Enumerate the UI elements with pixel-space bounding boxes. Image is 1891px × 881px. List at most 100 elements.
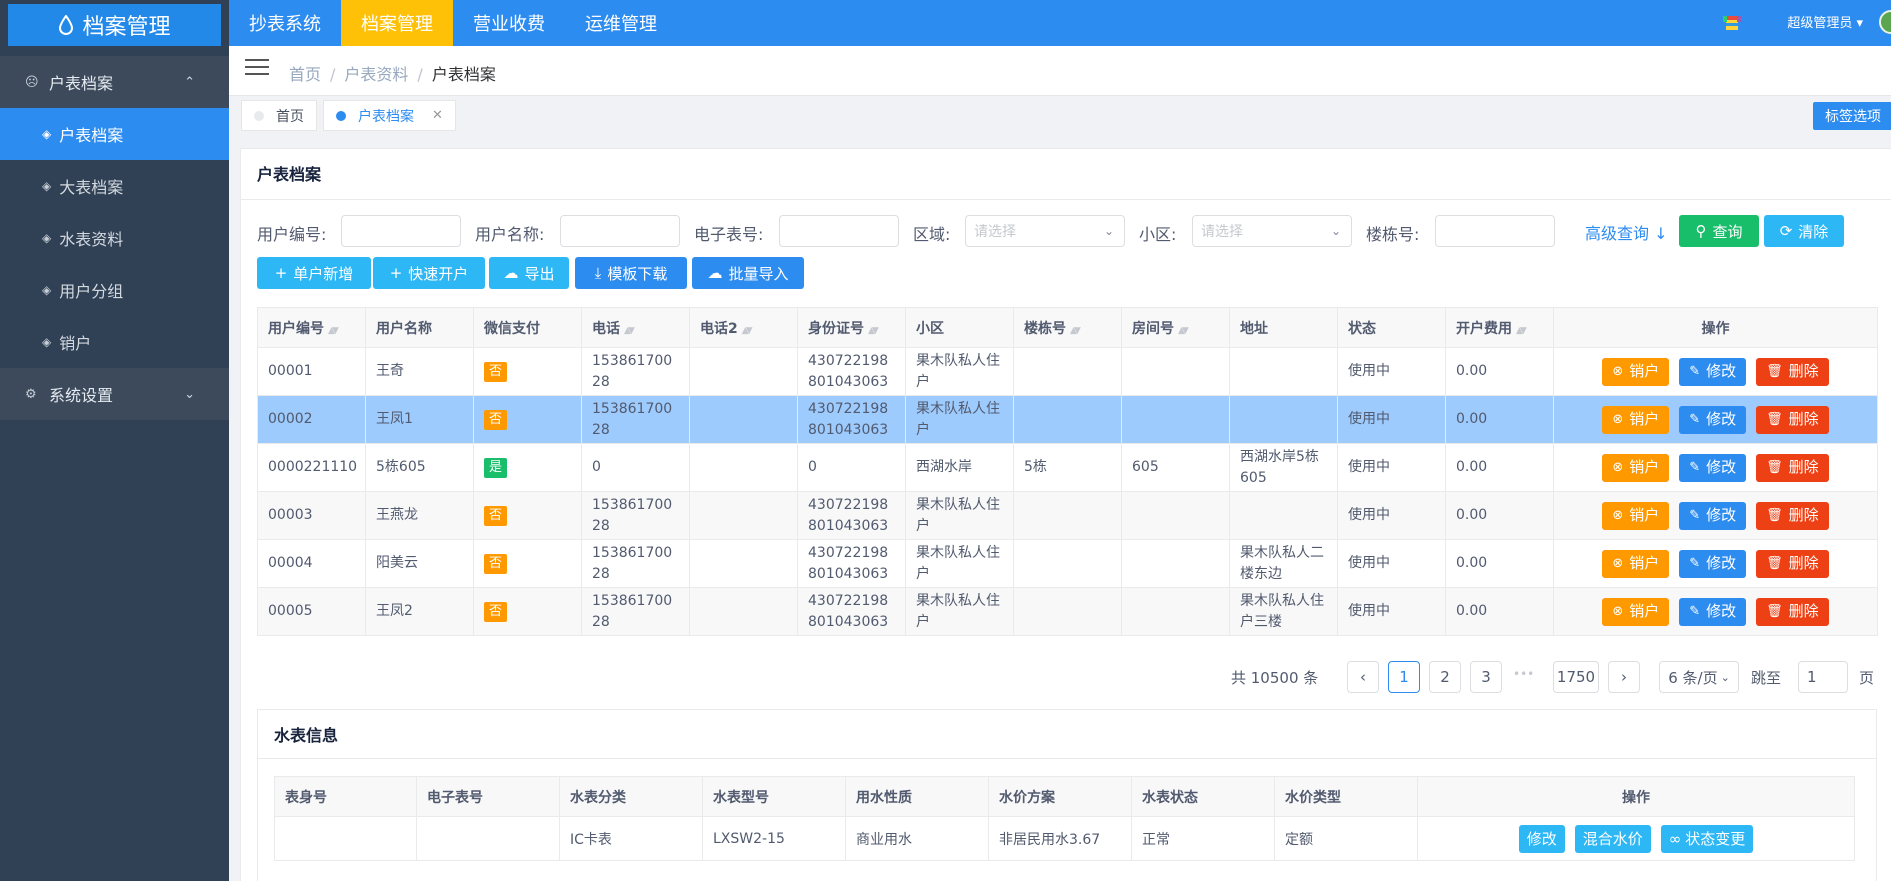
export-button[interactable]: ☁ 导出 <box>489 257 569 289</box>
breadcrumb-home[interactable]: 首页 <box>289 65 321 84</box>
user-no-input[interactable] <box>341 215 461 247</box>
meter-edit-button[interactable]: 修改 <box>1518 824 1565 853</box>
column-header[interactable]: 开户费用 ▲▼ <box>1445 307 1554 348</box>
user-name-input[interactable] <box>560 215 680 247</box>
page-3[interactable]: 3 <box>1470 661 1502 693</box>
tag-options-button[interactable]: 标签选项 <box>1813 102 1891 130</box>
cancel-account-button[interactable]: ⊗ 销户 <box>1602 501 1670 530</box>
close-icon[interactable]: ✕ <box>432 108 443 123</box>
menu-archive-group[interactable]: ☹ 户表档案 ⌃ <box>0 56 229 108</box>
delete-button[interactable]: 🗑 删除 <box>1756 357 1829 386</box>
column-header[interactable]: 房间号 ▲▼ <box>1121 307 1230 348</box>
sidebar-item-group[interactable]: ◈ 用户分组 <box>0 264 229 316</box>
clear-button[interactable]: ⟳ 清除 <box>1764 215 1844 247</box>
table-cell: 0.00 <box>1445 587 1554 636</box>
avatar[interactable] <box>1879 10 1891 34</box>
cancel-account-button[interactable]: ⊗ 销户 <box>1602 549 1670 578</box>
sort-icon[interactable]: ▲▼ <box>742 326 753 336</box>
table-row[interactable]: 00004 阳美云 否 15386170028 430722198801043063 果木… <box>257 539 1878 588</box>
sort-icon[interactable]: ▲▼ <box>1516 326 1527 336</box>
sort-icon[interactable]: ▲▼ <box>1178 326 1189 336</box>
shirt-icon[interactable] <box>1723 12 1741 32</box>
table-row[interactable]: 00005 王凤2 否 15386170028 430722198801043063 果木… <box>257 587 1878 636</box>
sort-icon[interactable]: ▲▼ <box>868 326 879 336</box>
cell-text: 00004 <box>268 555 313 571</box>
nav-meter-reading[interactable]: 抄表系统 <box>229 0 341 46</box>
table-row[interactable]: 0000221110 5栋605 是 0 0 西湖水岸 5栋 605 西湖水岸5栋605 使用中 0… <box>257 443 1878 492</box>
breadcrumb-archive[interactable]: 户表资料 <box>344 65 408 84</box>
cancel-account-button[interactable]: ⊗ 销户 <box>1602 357 1670 386</box>
template-download-button[interactable]: ⤓ 模板下载 <box>575 257 687 289</box>
table-cell: 430722198801043063 <box>797 539 906 588</box>
delete-button[interactable]: 🗑 删除 <box>1756 597 1829 626</box>
edit-button[interactable]: ✎ 修改 <box>1679 453 1747 482</box>
meter-column-header: 用水性质 <box>845 776 989 817</box>
edit-button[interactable]: ✎ 修改 <box>1679 405 1747 434</box>
cancel-account-button[interactable]: ⊗ 销户 <box>1602 597 1670 626</box>
building-input[interactable] <box>1435 215 1555 247</box>
add-single-button[interactable]: + 单户新增 <box>257 257 371 289</box>
area-select[interactable]: 请选择 ⌄ <box>965 215 1125 247</box>
jump-label: 跳至 <box>1751 669 1782 687</box>
page-size-label: 6 条/页 <box>1668 668 1718 687</box>
query-button[interactable]: ⚲ 查询 <box>1679 215 1759 247</box>
app-logo[interactable]: 档案管理 <box>8 4 221 46</box>
jump-input[interactable]: 1 <box>1798 661 1848 693</box>
table-cell: 使用中 <box>1337 395 1446 444</box>
menu-settings-group[interactable]: ⚙ 系统设置 ⌄ <box>0 368 229 420</box>
delete-button[interactable]: 🗑 删除 <box>1756 453 1829 482</box>
table-row[interactable]: 00003 王燕龙 否 15386170028 430722198801043063 果木… <box>257 491 1878 540</box>
tag-household[interactable]: 户表档案 ✕ <box>323 100 456 131</box>
batch-import-button[interactable]: ☁ 批量导入 <box>692 257 804 289</box>
delete-button[interactable]: 🗑 删除 <box>1756 501 1829 530</box>
next-page-button[interactable]: › <box>1608 661 1640 693</box>
cancel-account-button[interactable]: ⊗ 销户 <box>1602 453 1670 482</box>
sort-icon[interactable]: ▲▼ <box>328 326 339 336</box>
quick-open-button[interactable]: + 快速开户 <box>373 257 485 289</box>
sort-icon[interactable]: ▲▼ <box>1070 326 1081 336</box>
sidebar-item-meter[interactable]: ◈ 水表资料 <box>0 212 229 264</box>
table-cell: 15386170028 <box>581 395 690 444</box>
edit-button[interactable]: ✎ 修改 <box>1679 501 1747 530</box>
column-header[interactable]: 用户编号 ▲▼ <box>257 307 366 348</box>
page-1[interactable]: 1 <box>1388 661 1420 693</box>
sidebar-item-bulk[interactable]: ◈ 大表档案 <box>0 160 229 212</box>
column-header[interactable]: 楼栋号 ▲▼ <box>1013 307 1122 348</box>
edit-button[interactable]: ✎ 修改 <box>1679 597 1747 626</box>
table-cell <box>689 347 798 396</box>
page-ellipsis[interactable]: ••• <box>1513 667 1534 681</box>
sidebar-item-cancel[interactable]: ◈ 销户 <box>0 316 229 368</box>
sidebar-item-household[interactable]: ◈ 户表档案 <box>0 108 229 160</box>
table-cell: 王凤2 <box>365 587 474 636</box>
column-header[interactable]: 身份证号 ▲▼ <box>797 307 906 348</box>
user-menu[interactable]: 超级管理员 ▾ <box>1787 12 1863 31</box>
column-header[interactable]: 电话2 ▲▼ <box>689 307 798 348</box>
table-cell-ops: ⊗ 销户 ✎ 修改 🗑 删除 <box>1553 347 1878 396</box>
column-header[interactable]: 电话 ▲▼ <box>581 307 690 348</box>
table-row[interactable]: 00002 王凤1 否 15386170028 430722198801043063 果木… <box>257 395 1878 444</box>
delete-button[interactable]: 🗑 删除 <box>1756 549 1829 578</box>
edit-button[interactable]: ✎ 修改 <box>1679 549 1747 578</box>
hamburger-icon[interactable] <box>245 59 269 77</box>
table-cell: 否 <box>473 539 582 588</box>
meter-table-row[interactable]: IC卡表 LXSW2-15 商业用水 非居民用水3.67 正常 定额 修改 混合水价 ∞ 状态变更 <box>274 816 1855 861</box>
advanced-query-link[interactable]: 高级查询 ↓ <box>1585 220 1668 244</box>
community-select[interactable]: 请选择 ⌄ <box>1192 215 1352 247</box>
delete-button[interactable]: 🗑 删除 <box>1756 405 1829 434</box>
mixed-price-button[interactable]: 混合水价 <box>1574 824 1651 853</box>
tag-home[interactable]: 首页 <box>241 100 317 131</box>
nav-billing[interactable]: 营业收费 <box>453 0 565 46</box>
page-1750[interactable]: 1750 <box>1553 661 1599 693</box>
prev-page-button[interactable]: ‹ <box>1347 661 1379 693</box>
nav-archive[interactable]: 档案管理 <box>341 0 453 46</box>
edit-button[interactable]: ✎ 修改 <box>1679 357 1747 386</box>
cancel-account-button[interactable]: ⊗ 销户 <box>1602 405 1670 434</box>
cell-text: 430722198801043063 <box>808 352 889 390</box>
table-row[interactable]: 00001 王奇 否 15386170028 430722198801043063 果木队… <box>257 347 1878 396</box>
meter-no-input[interactable] <box>779 215 899 247</box>
page-size-select[interactable]: 6 条/页 ⌄ <box>1659 661 1739 693</box>
nav-operations[interactable]: 运维管理 <box>565 0 677 46</box>
page-2[interactable]: 2 <box>1429 661 1461 693</box>
sort-icon[interactable]: ▲▼ <box>624 326 635 336</box>
status-change-button[interactable]: ∞ 状态变更 <box>1660 824 1754 853</box>
